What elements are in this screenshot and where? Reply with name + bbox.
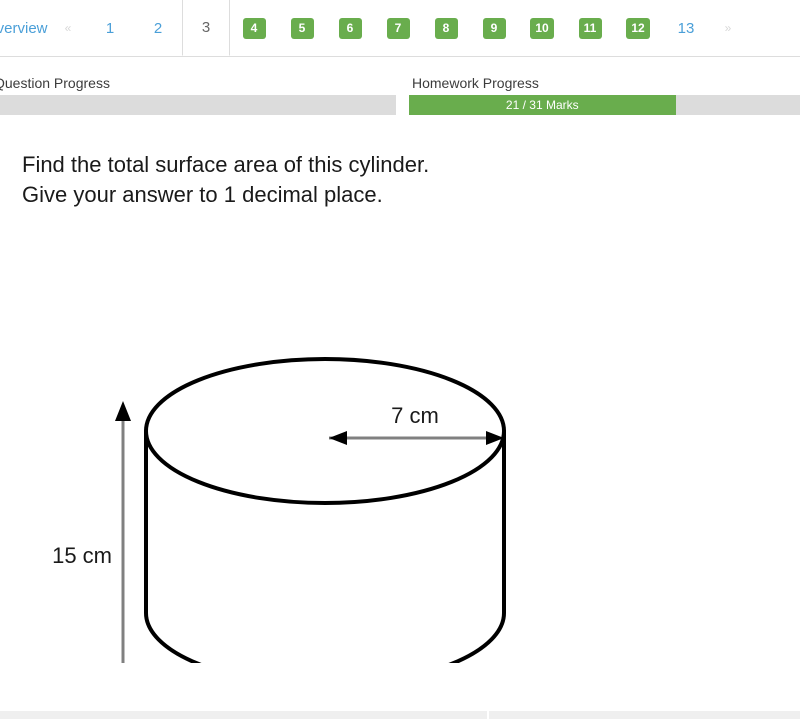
tab-question-3[interactable]: 3: [182, 0, 230, 56]
question-page: Overview « 1 2 3 4 5 6: [0, 0, 800, 719]
tab-question-6[interactable]: 6: [326, 0, 374, 56]
footer-cell-left: [0, 711, 487, 719]
question-progress-bar: 0: [0, 95, 396, 115]
tab-badge: 7: [386, 17, 410, 39]
chevron-right-icon: »: [724, 21, 732, 35]
tab-label: 2: [153, 19, 163, 37]
tab-question-13[interactable]: 13: [662, 0, 710, 56]
chevron-left-icon: «: [64, 21, 72, 35]
tab-label: 3: [201, 19, 211, 36]
question-prompt: Find the total surface area of this cyli…: [22, 150, 429, 210]
question-progress-label: Question Progress: [0, 75, 110, 91]
homework-progress-group: Homework Progress 21 / 31 Marks: [404, 57, 800, 123]
homework-progress-label: Homework Progress: [412, 75, 539, 91]
footer-strip: [0, 711, 800, 719]
tab-badge: 5: [290, 17, 314, 39]
tab-badge: 4: [242, 17, 266, 39]
tab-prev-arrow[interactable]: «: [50, 0, 86, 56]
tab-question-5[interactable]: 5: [278, 0, 326, 56]
question-prompt-line-1: Find the total surface area of this cyli…: [22, 152, 430, 177]
tab-badge: 6: [338, 17, 362, 39]
height-dimension: 15 cm: [52, 401, 131, 691]
tab-badge: 9: [482, 17, 506, 39]
tab-question-11[interactable]: 11: [566, 0, 614, 56]
tab-row: Overview « 1 2 3 4 5 6: [0, 0, 746, 56]
question-tab-strip: Overview « 1 2 3 4 5 6: [0, 0, 800, 57]
tab-label: 1: [105, 19, 115, 37]
tab-badge: 12: [626, 17, 650, 39]
tab-question-8[interactable]: 8: [422, 0, 470, 56]
homework-progress-value: 21 / 31 Marks: [505, 98, 579, 112]
homework-progress-fill: 21 / 31 Marks: [409, 95, 676, 115]
tab-badge: 10: [530, 17, 554, 39]
cylinder-top-ellipse: [144, 357, 506, 505]
tab-overview[interactable]: Overview: [0, 0, 50, 56]
footer-cell-right: [489, 711, 800, 719]
progress-section: Question Progress 0 Homework Progress 21…: [0, 57, 800, 123]
question-prompt-line-2: Give your answer to 1 decimal place.: [22, 182, 383, 207]
height-label: 15 cm: [52, 543, 112, 568]
tab-question-7[interactable]: 7: [374, 0, 422, 56]
tab-question-12[interactable]: 12: [614, 0, 662, 56]
tab-next-arrow[interactable]: »: [710, 0, 746, 56]
tab-badge: 11: [578, 17, 602, 39]
tab-overview-label: Overview: [0, 19, 48, 37]
tab-question-10[interactable]: 10: [518, 0, 566, 56]
tab-badge: 8: [434, 17, 458, 39]
tab-question-9[interactable]: 9: [470, 0, 518, 56]
radius-label: 7 cm: [391, 403, 439, 428]
tab-label: 13: [677, 19, 695, 37]
tab-question-4[interactable]: 4: [230, 0, 278, 56]
tab-question-2[interactable]: 2: [134, 0, 182, 56]
cylinder-diagram: 7 cm 15 cm: [0, 223, 800, 691]
cylinder-svg: 7 cm 15 cm: [52, 357, 506, 691]
homework-progress-bar: 21 / 31 Marks: [409, 95, 800, 115]
question-progress-group: Question Progress 0: [0, 57, 404, 123]
tab-question-1[interactable]: 1: [86, 0, 134, 56]
height-arrow-top: [115, 401, 131, 421]
question-content: Find the total surface area of this cyli…: [0, 123, 800, 712]
